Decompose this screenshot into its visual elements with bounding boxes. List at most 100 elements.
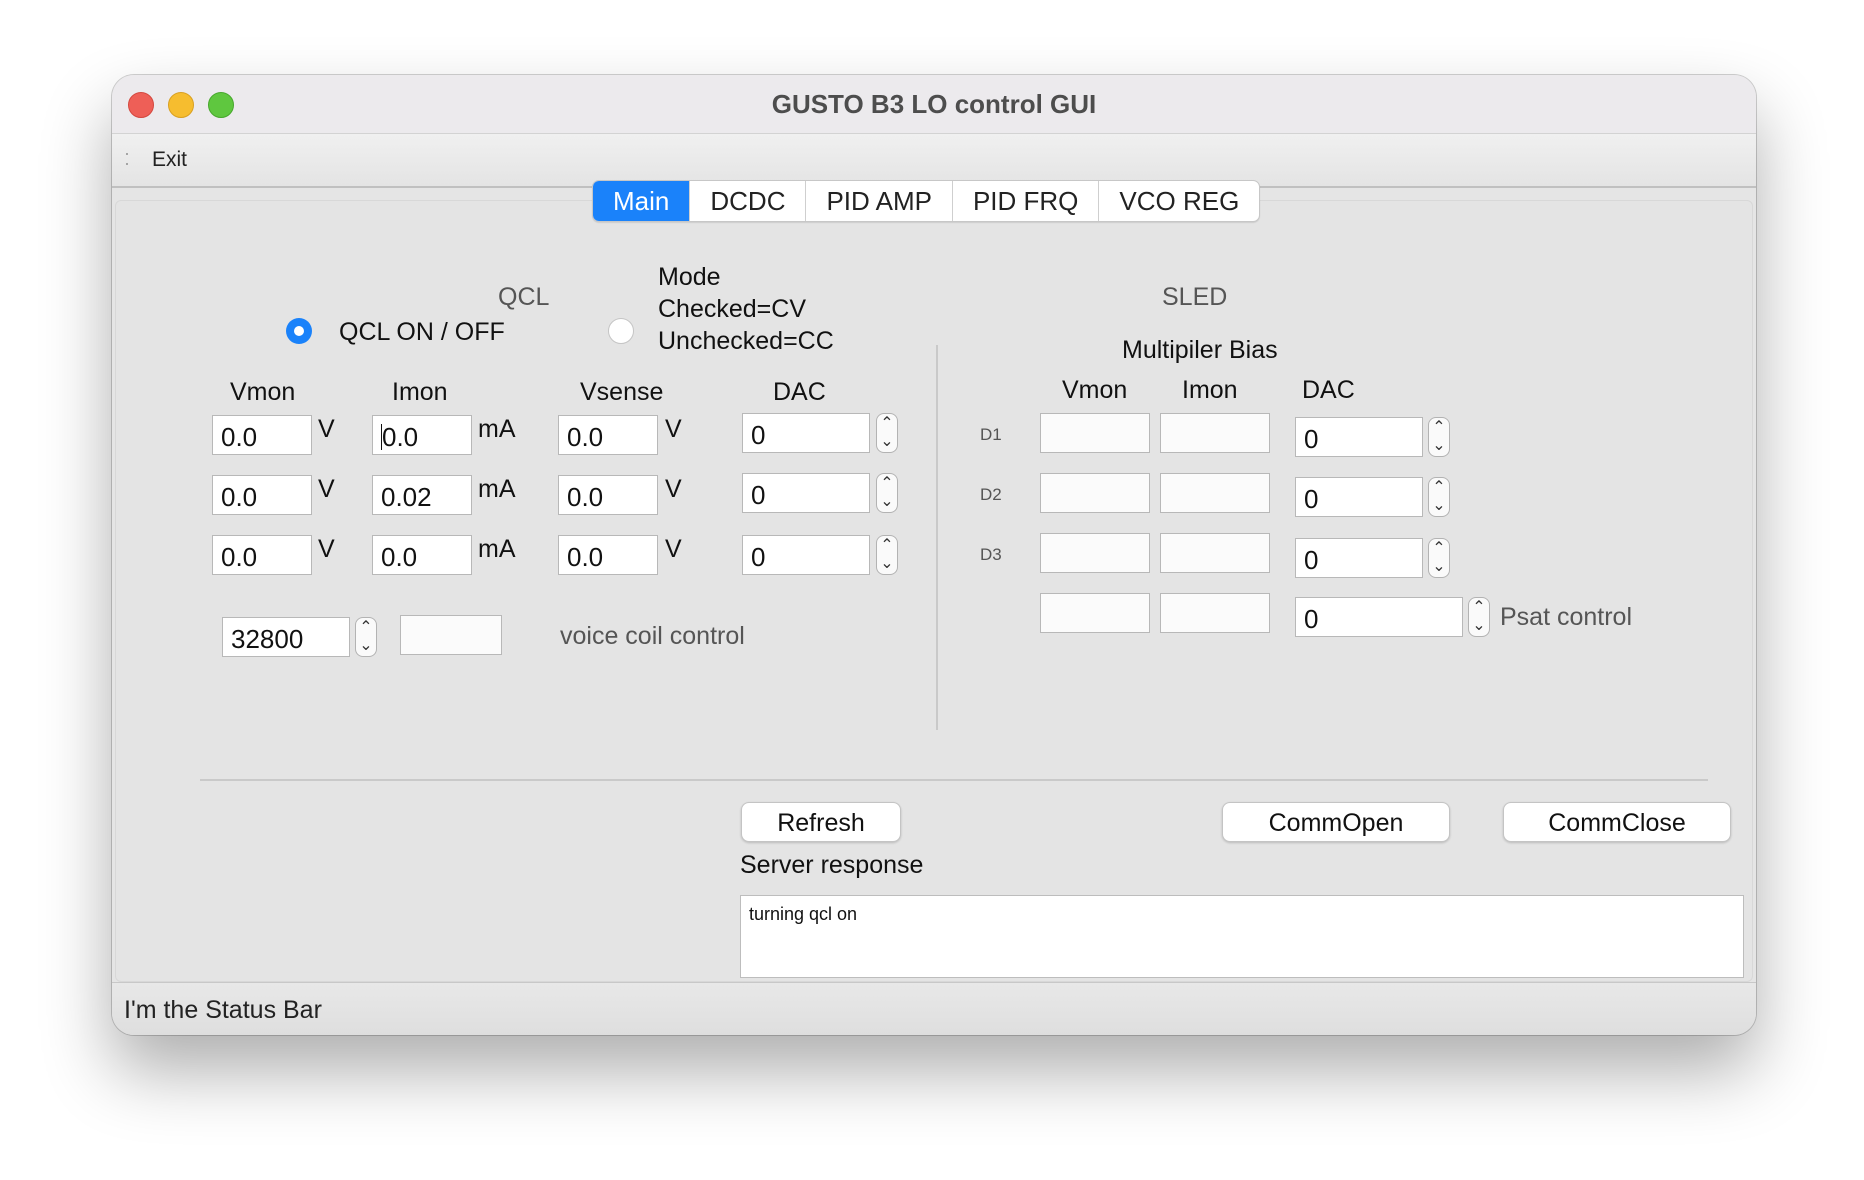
qcl-imon-unit-1: mA [478,415,516,443]
qcl-vsense-field-3[interactable]: 0.0 [558,535,658,575]
sled-imon-header: Imon [1182,376,1238,404]
tab-vco-reg[interactable]: VCO REG [1099,181,1259,221]
qcl-mode-label-line3: Unchecked=CC [658,327,834,355]
sled-row-label-d3: D3 [980,545,1002,564]
qcl-vsense-unit-1: V [665,415,682,443]
sled-imon-field-3[interactable] [1160,533,1270,573]
sled-dac-header: DAC [1302,376,1355,404]
comm-open-button[interactable]: CommOpen [1222,802,1450,842]
voice-coil-spinner[interactable]: ⌃ ⌄ [355,617,377,657]
qcl-imon-unit-2: mA [478,475,516,503]
qcl-dac-spinner-1[interactable]: ⌃ ⌄ [876,413,898,453]
qcl-mode-label-line1: Mode [658,263,721,291]
qcl-vmon-field-2[interactable]: 0.0 [212,475,312,515]
chevron-down-icon[interactable]: ⌄ [1469,618,1489,634]
qcl-imon-unit-3: mA [478,535,516,563]
sled-imon-field-1[interactable] [1160,413,1270,453]
qcl-onoff-label: QCL ON / OFF [339,318,505,346]
multiplier-bias-label: Multipiler Bias [1122,336,1278,364]
qcl-dac-field-1[interactable]: 0 [742,413,870,453]
chevron-down-icon[interactable]: ⌄ [877,556,897,572]
psat-dac-field[interactable]: 0 [1295,597,1463,637]
qcl-mode-label-line2: Checked=CV [658,295,806,323]
tab-pid-amp[interactable]: PID AMP [806,181,953,221]
qcl-vsense-unit-2: V [665,475,682,503]
qcl-dac-field-3[interactable]: 0 [742,535,870,575]
sled-section-label: SLED [1162,283,1228,311]
qcl-vsense-header: Vsense [580,378,664,406]
status-bar: I'm the Status Bar [112,982,1756,1035]
comm-close-button[interactable]: CommClose [1503,802,1731,842]
chevron-up-icon[interactable]: ⌃ [356,620,376,636]
sled-vmon-field-3[interactable] [1040,533,1150,573]
sled-dac-field-1[interactable]: 0 [1295,417,1423,457]
qcl-imon-field-1[interactable]: 0.0 [372,415,472,455]
qcl-dac-field-2[interactable]: 0 [742,473,870,513]
chevron-up-icon[interactable]: ⌃ [1469,600,1489,616]
tab-bar: Main DCDC PID AMP PID FRQ VCO REG [592,180,1261,222]
sled-row-label-d2: D2 [980,485,1002,504]
menu-item-exit[interactable]: Exit [152,148,187,172]
qcl-onoff-radio[interactable] [286,318,312,344]
status-bar-text: I'm the Status Bar [124,996,322,1024]
qcl-section-label: QCL [498,283,550,311]
chevron-up-icon[interactable]: ⌃ [877,538,897,554]
chevron-down-icon[interactable]: ⌄ [1429,498,1449,514]
qcl-imon-value-1: 0.0 [382,422,419,452]
sled-vmon-field-1[interactable] [1040,413,1150,453]
chevron-down-icon[interactable]: ⌄ [356,638,376,654]
app-window: GUSTO B3 LO control GUI · · Exit Main DCD… [112,75,1756,1035]
sled-dac-spinner-1[interactable]: ⌃ ⌄ [1428,417,1450,457]
chevron-up-icon[interactable]: ⌃ [877,416,897,432]
qcl-vsense-field-2[interactable]: 0.0 [558,475,658,515]
tab-dcdc[interactable]: DCDC [690,181,807,221]
psat-control-label: Psat control [1500,603,1633,631]
section-divider-horizontal [200,779,1708,781]
voice-coil-label: voice coil control [560,622,745,650]
qcl-vsense-field-1[interactable]: 0.0 [558,415,658,455]
toolbar-grip-icon[interactable]: · · [124,144,130,172]
server-response-textarea[interactable]: turning qcl on [740,895,1744,978]
chevron-down-icon[interactable]: ⌄ [1429,559,1449,575]
title-bar: GUSTO B3 LO control GUI [112,75,1756,134]
qcl-dac-spinner-2[interactable]: ⌃ ⌄ [876,473,898,513]
qcl-imon-field-3[interactable]: 0.0 [372,535,472,575]
qcl-vmon-header: Vmon [230,378,296,406]
qcl-imon-field-2[interactable]: 0.02 [372,475,472,515]
chevron-down-icon[interactable]: ⌄ [1429,438,1449,454]
chevron-up-icon[interactable]: ⌃ [1429,480,1449,496]
chevron-down-icon[interactable]: ⌄ [877,434,897,450]
sled-imon-field-2[interactable] [1160,473,1270,513]
psat-imon-field[interactable] [1160,593,1270,633]
chevron-up-icon[interactable]: ⌃ [1429,541,1449,557]
voice-coil-field[interactable]: 32800 [222,617,350,657]
chevron-up-icon[interactable]: ⌃ [877,476,897,492]
sled-vmon-field-2[interactable] [1040,473,1150,513]
refresh-button[interactable]: Refresh [741,802,901,842]
voice-coil-readout[interactable] [400,615,502,655]
server-response-label: Server response [740,851,924,879]
section-divider-vertical [936,345,938,730]
chevron-down-icon[interactable]: ⌄ [877,494,897,510]
sled-dac-spinner-3[interactable]: ⌃ ⌄ [1428,538,1450,578]
qcl-vmon-unit-3: V [318,535,335,563]
qcl-vmon-unit-2: V [318,475,335,503]
qcl-vmon-field-1[interactable]: 0.0 [212,415,312,455]
chevron-up-icon[interactable]: ⌃ [1429,420,1449,436]
qcl-dac-spinner-3[interactable]: ⌃ ⌄ [876,535,898,575]
qcl-vmon-field-3[interactable]: 0.0 [212,535,312,575]
sled-dac-field-2[interactable]: 0 [1295,477,1423,517]
qcl-dac-header: DAC [773,378,826,406]
sled-row-label-d1: D1 [980,425,1002,444]
sled-dac-field-3[interactable]: 0 [1295,538,1423,578]
sled-vmon-header: Vmon [1062,376,1128,404]
window-title: GUSTO B3 LO control GUI [771,89,1097,119]
psat-vmon-field[interactable] [1040,593,1150,633]
tab-main[interactable]: Main [593,181,691,221]
psat-dac-spinner[interactable]: ⌃ ⌄ [1468,597,1490,637]
tab-pid-frq[interactable]: PID FRQ [953,181,1100,221]
qcl-vsense-unit-3: V [665,535,682,563]
qcl-mode-radio[interactable] [608,318,634,344]
qcl-imon-header: Imon [392,378,448,406]
sled-dac-spinner-2[interactable]: ⌃ ⌄ [1428,477,1450,517]
